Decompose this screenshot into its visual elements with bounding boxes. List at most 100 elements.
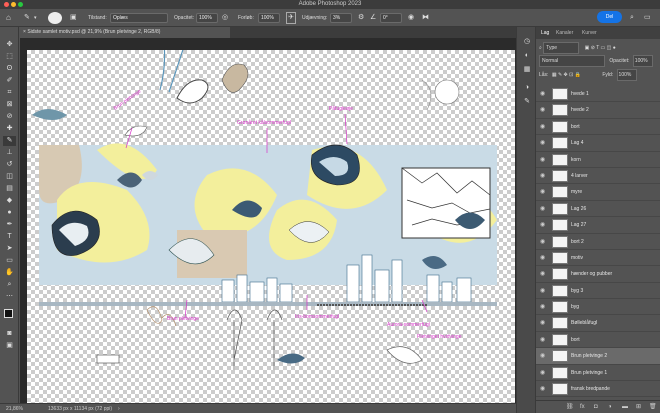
chevron-down-icon[interactable]: ▾	[34, 13, 37, 23]
layer-row[interactable]: ◉ fransk bredpande	[536, 381, 660, 398]
layer-row[interactable]: ◉ Bølleblåfugl	[536, 315, 660, 332]
layer-row[interactable]: ◉ bort	[536, 119, 660, 136]
search-icon[interactable]: ⌕	[630, 13, 634, 23]
adjustment-layer-icon[interactable]: ◑	[608, 401, 612, 413]
adjustments-panel-icon[interactable]: ◑	[521, 83, 533, 93]
lasso-tool-icon[interactable]: ʘ	[3, 64, 16, 74]
workspace-icon[interactable]: ▭	[644, 13, 651, 23]
angle-field[interactable]: 0°	[380, 13, 402, 23]
eye-icon[interactable]: ◉	[540, 303, 545, 310]
symmetry-icon[interactable]: ⧓	[422, 13, 429, 23]
trash-icon[interactable]: 🗑	[649, 401, 657, 413]
eyedropper-tool-icon[interactable]: ⊘	[3, 112, 16, 122]
brush-tool-icon[interactable]: ✎	[3, 136, 16, 146]
opacity-field[interactable]: 100%	[196, 13, 218, 23]
document-tab[interactable]: × Sidste samlet motiv.psd @ 21,9% (Brun …	[20, 27, 230, 38]
flow-field[interactable]: 100%	[258, 13, 280, 23]
fx-icon[interactable]: fx	[580, 401, 585, 413]
blend-mode-select[interactable]: Normal	[539, 55, 605, 67]
stamp-tool-icon[interactable]: ⊥	[3, 148, 16, 158]
link-layers-icon[interactable]: ⛓	[566, 401, 574, 413]
pressure-size-icon[interactable]: ◉	[408, 13, 414, 23]
type-tool-icon[interactable]: T	[3, 232, 16, 242]
foreground-color-swatch[interactable]	[4, 309, 13, 318]
fill-field[interactable]: 100%	[616, 69, 637, 81]
layer-row[interactable]: ◉ Lag 27	[536, 217, 660, 234]
home-icon[interactable]: ⌂	[6, 13, 11, 23]
brush-settings-icon[interactable]: ▣	[70, 13, 77, 23]
angle-icon[interactable]: ∠	[370, 13, 376, 23]
eye-icon[interactable]: ◉	[540, 352, 545, 359]
quick-mask-icon[interactable]: ◙	[3, 329, 16, 339]
new-layer-icon[interactable]: ⊞	[636, 401, 641, 413]
swatches-panel-icon[interactable]: ▦	[521, 65, 533, 75]
eye-icon[interactable]: ◉	[540, 156, 545, 163]
marquee-tool-icon[interactable]: ⬚	[3, 52, 16, 62]
crop-tool-icon[interactable]: ⌗	[3, 88, 16, 98]
shape-tool-icon[interactable]: ▭	[3, 256, 16, 266]
blur-tool-icon[interactable]: ◆	[3, 196, 16, 206]
layer-row[interactable]: ◉ Brun pletvinge 2	[536, 348, 660, 365]
layer-row[interactable]: ◉ Lag 4	[536, 135, 660, 152]
status-arrow-icon[interactable]: ›	[118, 404, 120, 413]
move-tool-icon[interactable]: ✥	[3, 40, 16, 50]
layer-row[interactable]: ◉ myre	[536, 184, 660, 201]
layer-row[interactable]: ◉ Lag 26	[536, 201, 660, 218]
path-select-icon[interactable]: ➤	[3, 244, 16, 254]
layer-opacity-field[interactable]: 100%	[632, 55, 653, 67]
brushes-panel-icon[interactable]: ✎	[521, 97, 533, 107]
eye-icon[interactable]: ◉	[540, 123, 545, 130]
eraser-tool-icon[interactable]: ◫	[3, 172, 16, 182]
minimize-window-icon[interactable]	[11, 2, 16, 7]
eye-icon[interactable]: ◉	[540, 139, 545, 146]
gear-icon[interactable]: ⚙	[358, 13, 364, 23]
eye-icon[interactable]: ◉	[540, 254, 545, 261]
layer-row[interactable]: ◉ hvede 2	[536, 102, 660, 119]
screen-mode-icon[interactable]: ▣	[3, 341, 16, 351]
eye-icon[interactable]: ◉	[540, 205, 545, 212]
group-icon[interactable]: ▬	[622, 401, 628, 413]
close-window-icon[interactable]	[4, 2, 9, 7]
pen-tool-icon[interactable]: ✒	[3, 220, 16, 230]
eye-icon[interactable]: ◉	[540, 319, 545, 326]
mode-select[interactable]: Oplæs	[110, 13, 168, 23]
canvas-area[interactable]: Brun pletvinge Grønåret kålsommerfugl På…	[20, 38, 516, 403]
frame-tool-icon[interactable]: ⊠	[3, 100, 16, 110]
layer-row[interactable]: ◉ 4 larver	[536, 168, 660, 185]
layer-row[interactable]: ◉ motiv	[536, 250, 660, 267]
tab-channels[interactable]: Kanaler	[556, 27, 573, 39]
brush-tool-icon[interactable]: ✎	[24, 13, 30, 23]
eye-icon[interactable]: ◉	[540, 238, 545, 245]
layer-row[interactable]: ◉ hvede 1	[536, 86, 660, 103]
filter-icons[interactable]: ▣ ⊘ T ▭ ◫ ●	[585, 45, 616, 51]
filter-type-select[interactable]: Type	[543, 42, 580, 54]
eye-icon[interactable]: ◉	[540, 336, 545, 343]
eye-icon[interactable]: ◉	[540, 287, 545, 294]
layer-row[interactable]: ◉ hænder og pubber	[536, 266, 660, 283]
healing-tool-icon[interactable]: ✚	[3, 124, 16, 134]
history-brush-icon[interactable]: ↺	[3, 160, 16, 170]
airbrush-icon[interactable]: ✈	[286, 12, 296, 24]
eye-icon[interactable]: ◉	[540, 221, 545, 228]
zoom-level[interactable]: 21,86%	[6, 404, 23, 413]
tab-curves[interactable]: Kurver	[582, 27, 597, 39]
layer-row[interactable]: ◉ byg	[536, 299, 660, 316]
hand-tool-icon[interactable]: ✋	[3, 268, 16, 278]
pressure-opacity-icon[interactable]: ◎	[222, 13, 228, 23]
zoom-tool-icon[interactable]: ⌕	[3, 280, 16, 290]
layer-row[interactable]: ◉ korn	[536, 152, 660, 168]
eye-icon[interactable]: ◉	[540, 270, 545, 277]
color-panel-icon[interactable]: ◐	[521, 51, 533, 61]
layer-row[interactable]: ◉ Brun pletvinge 1	[536, 365, 660, 382]
smoothing-field[interactable]: 3%	[330, 13, 352, 23]
gradient-tool-icon[interactable]: ▤	[3, 184, 16, 194]
quick-select-tool-icon[interactable]: ✐	[3, 76, 16, 86]
brush-preset-icon[interactable]	[48, 12, 62, 24]
eye-icon[interactable]: ◉	[540, 172, 545, 179]
layer-row[interactable]: ◉ bort 2	[536, 234, 660, 250]
eye-icon[interactable]: ◉	[540, 90, 545, 97]
eye-icon[interactable]: ◉	[540, 106, 545, 113]
zoom-window-icon[interactable]	[18, 2, 23, 7]
tab-layers[interactable]: Lag	[541, 27, 549, 39]
eye-icon[interactable]: ◉	[540, 369, 545, 376]
